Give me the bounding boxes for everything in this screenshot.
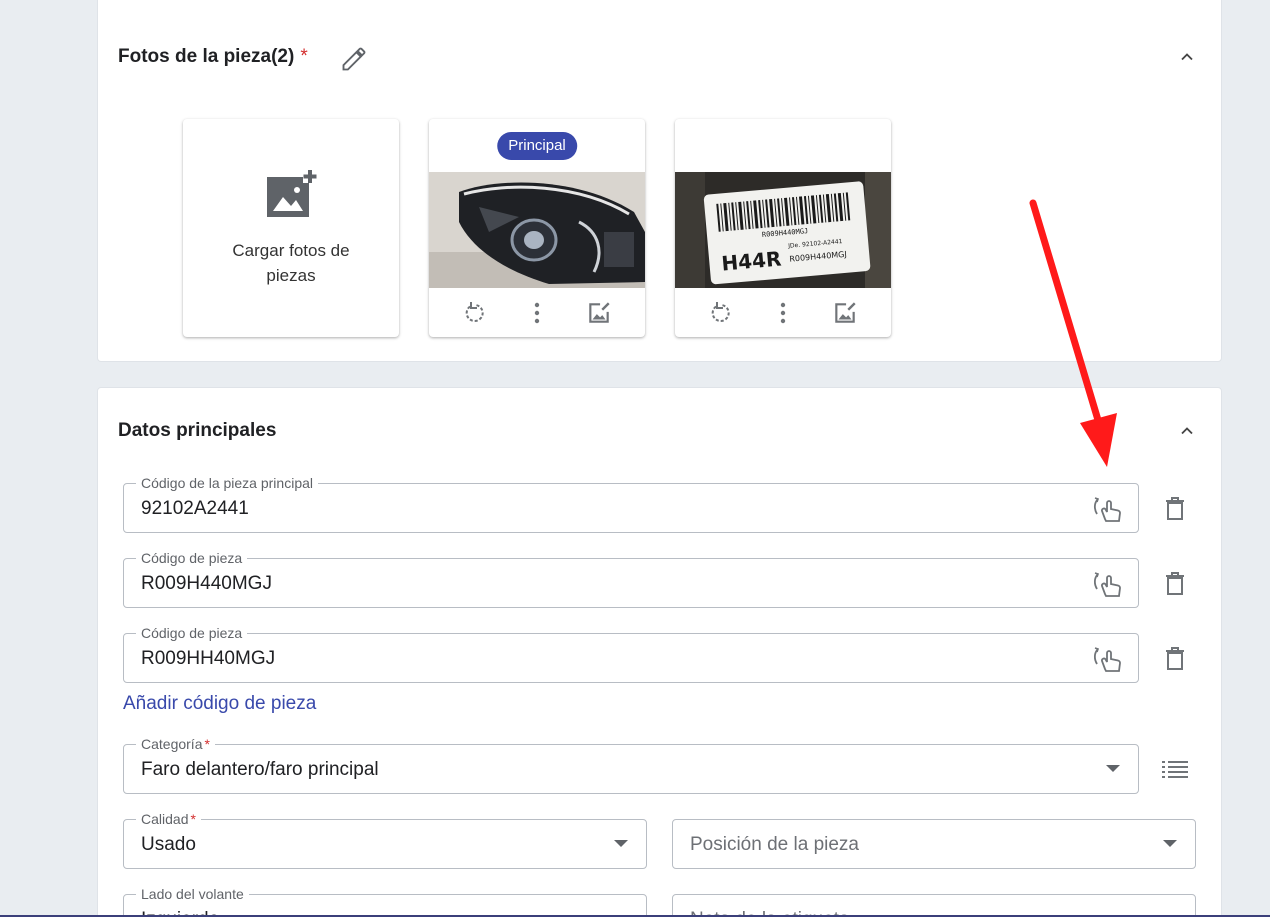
more-options-icon[interactable]: [522, 298, 552, 328]
delete-trash-icon[interactable]: [1160, 644, 1190, 674]
label-note-field[interactable]: Nota de la etiqueta: [672, 894, 1196, 917]
part-position-select[interactable]: Posición de la pieza: [672, 819, 1196, 869]
category-list-icon[interactable]: [1160, 754, 1190, 784]
quality-value: Usado: [141, 834, 196, 855]
photo-tile-label[interactable]: R009H440MGJ H44R JDe. 92102-A2441 R009H4…: [675, 119, 891, 337]
part-code-field-2[interactable]: Código de pieza R009H440MGJ: [123, 549, 1139, 608]
collapse-photos-chevron-up-icon[interactable]: [1175, 45, 1199, 69]
headlight-photo[interactable]: [429, 172, 645, 288]
part-code-label-2: Código de pieza: [136, 549, 248, 567]
main-part-code-value[interactable]: 92102A2441: [141, 498, 249, 520]
upload-photos-label: Cargar fotos de piezas: [232, 240, 350, 285]
upload-photos-tile[interactable]: Cargar fotos de piezas: [183, 119, 399, 337]
add-part-code-link[interactable]: Añadir código de pieza: [123, 693, 316, 715]
more-options-icon[interactable]: [768, 298, 798, 328]
quality-label: Calidad *: [136, 810, 201, 828]
main-part-code-label: Código de la pieza principal: [136, 474, 318, 492]
principal-badge: Principal: [497, 132, 577, 160]
category-value: Faro delantero/faro principal: [141, 759, 379, 780]
required-mark: *: [300, 46, 308, 67]
dropdown-arrow-icon[interactable]: [614, 840, 628, 847]
dropdown-arrow-icon[interactable]: [1106, 765, 1120, 772]
dropdown-arrow-icon[interactable]: [1163, 840, 1177, 847]
swipe-hand-icon[interactable]: [1092, 644, 1124, 674]
steering-side-label: Lado del volante: [136, 885, 249, 903]
quality-select[interactable]: Calidad * Usado: [123, 810, 647, 869]
rotate-icon[interactable]: [460, 298, 490, 328]
part-code-value-2[interactable]: R009H440MGJ: [141, 573, 272, 595]
swipe-hand-icon[interactable]: [1092, 569, 1124, 599]
category-select[interactable]: Categoría * Faro delantero/faro principal: [123, 735, 1139, 794]
part-code-label-3: Código de pieza: [136, 624, 248, 642]
swipe-hand-icon[interactable]: [1092, 494, 1124, 524]
photos-section-card: Fotos de la pieza(2) * Cargar fotos de pi…: [97, 0, 1222, 362]
label-photo[interactable]: R009H440MGJ H44R JDe. 92102-A2441 R009H4…: [675, 172, 891, 288]
part-code-value-3[interactable]: R009HH40MGJ: [141, 648, 275, 670]
photos-section-title: Fotos de la pieza(2) *: [118, 46, 308, 67]
main-data-section-title: Datos principales: [118, 420, 277, 441]
edit-image-icon[interactable]: [584, 298, 614, 328]
part-position-placeholder: Posición de la pieza: [690, 834, 859, 855]
main-part-code-field[interactable]: Código de la pieza principal 92102A2441: [123, 474, 1139, 533]
delete-trash-icon[interactable]: [1160, 569, 1190, 599]
part-code-field-3[interactable]: Código de pieza R009HH40MGJ: [123, 624, 1139, 683]
steering-side-select[interactable]: Lado del volante Izquierdo: [123, 885, 647, 917]
required-mark: *: [204, 736, 210, 752]
category-label: Categoría *: [136, 735, 215, 753]
edit-image-icon[interactable]: [830, 298, 860, 328]
add-photo-icon: [265, 168, 317, 224]
photo-tile-headlight[interactable]: Principal: [429, 119, 645, 337]
required-mark: *: [190, 811, 196, 827]
collapse-main-chevron-up-icon[interactable]: [1175, 419, 1199, 443]
edit-pencil-icon[interactable]: [340, 45, 368, 73]
rotate-icon[interactable]: [706, 298, 736, 328]
delete-trash-icon[interactable]: [1160, 494, 1190, 524]
